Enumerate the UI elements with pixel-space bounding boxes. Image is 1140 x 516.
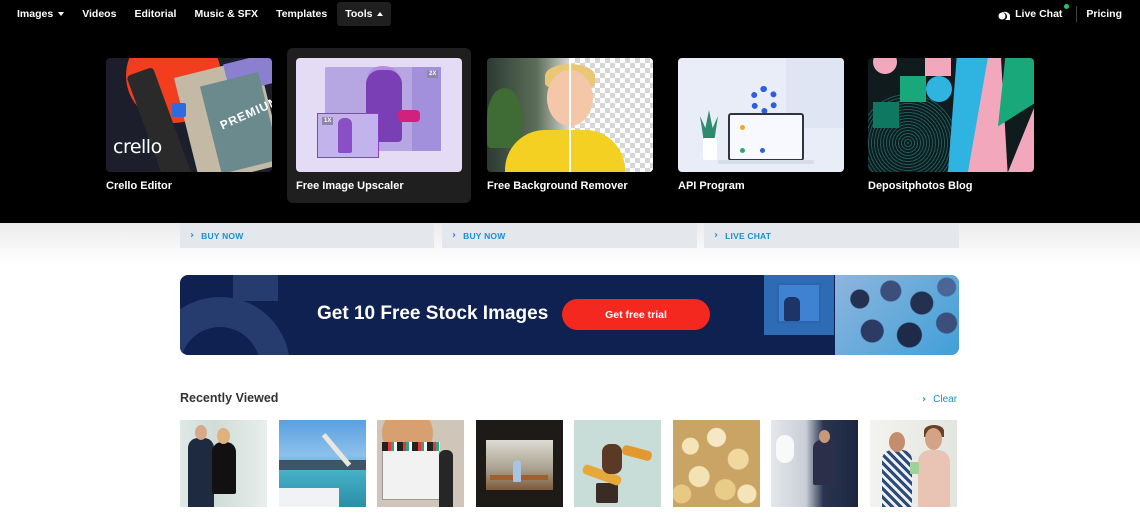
tool-card-label: API Program (678, 180, 745, 192)
nav-item-music-sfx[interactable]: Music & SFX (186, 2, 266, 26)
nav-item-label: Templates (276, 8, 328, 20)
tool-card-crello-editor[interactable]: crello PREMIUM Crello Editor (97, 48, 281, 203)
nav-item-label: Editorial (134, 8, 177, 20)
nav-item-tools[interactable]: Tools (337, 2, 392, 26)
tool-card-api-program[interactable]: API Program (669, 48, 853, 203)
nav-item-templates[interactable]: Templates (268, 2, 335, 26)
online-status-dot (1064, 4, 1070, 9)
buy-now-link-1[interactable]: › BUY NOW (180, 223, 434, 248)
nav-item-label: Images (17, 8, 54, 20)
top-navigation: Images Videos Editorial Music & SFX Temp… (0, 0, 1140, 28)
banner-decoration (180, 297, 290, 355)
live-chat-label: Live Chat (1015, 8, 1063, 20)
chat-bubbles-icon (998, 11, 1011, 20)
buy-now-link-2[interactable]: › BUY NOW (442, 223, 697, 248)
api-program-illustration (678, 58, 844, 172)
zoom-2x-tag: 2X (427, 70, 439, 78)
crello-logo-text: crello (113, 136, 162, 158)
live-chat-support-link[interactable]: › LIVE CHAT (704, 223, 959, 248)
banner-decoration (233, 275, 278, 301)
recently-viewed-heading: Recently Viewed (180, 391, 279, 405)
clear-label: Clear (933, 394, 958, 405)
recently-viewed-thumbnail[interactable] (377, 420, 464, 507)
nav-item-editorial[interactable]: Editorial (126, 2, 184, 26)
pricing-link[interactable]: Pricing (1086, 8, 1122, 20)
tool-card-background-remover[interactable]: Free Background Remover (478, 48, 662, 203)
tool-card-label: Free Image Upscaler (296, 180, 404, 192)
free-images-banner[interactable]: Get 10 Free Stock Images Get free trial (180, 275, 959, 355)
crello-promo-image: crello PREMIUM (106, 58, 272, 172)
tool-card-label: Depositphotos Blog (868, 180, 973, 192)
tools-dropdown-menu: crello PREMIUM Crello Editor 2X 1X Free … (0, 28, 1140, 223)
support-link-label: LIVE CHAT (725, 230, 772, 241)
tool-card-label: Free Background Remover (487, 180, 628, 192)
nav-divider (1076, 6, 1078, 22)
blog-abstract-art (868, 58, 1034, 172)
recently-viewed-thumbnail[interactable] (771, 420, 858, 507)
recently-viewed-thumbnail[interactable] (180, 420, 267, 507)
upscaler-promo-image: 2X 1X (296, 58, 462, 172)
recently-viewed-thumbnail[interactable] (279, 420, 366, 507)
chevron-right-icon: › (922, 394, 927, 405)
nav-item-label: Music & SFX (194, 8, 259, 20)
nav-right: Live Chat Pricing (998, 0, 1122, 28)
nav-item-label: Tools (345, 8, 373, 20)
recently-viewed-thumbnail[interactable] (574, 420, 661, 507)
recently-viewed-thumbnail[interactable] (673, 420, 760, 507)
chevron-right-icon: › (452, 230, 457, 241)
caret-up-icon (377, 12, 384, 16)
get-free-trial-button[interactable]: Get free trial (562, 299, 710, 330)
nav-item-videos[interactable]: Videos (74, 2, 124, 26)
tool-card-image-upscaler[interactable]: 2X 1X Free Image Upscaler (287, 48, 471, 203)
live-chat-link[interactable]: Live Chat (998, 4, 1072, 20)
recently-viewed-thumbnail[interactable] (476, 420, 563, 507)
clear-recently-viewed-link[interactable]: › Clear (922, 394, 957, 405)
banner-photo-berries (835, 275, 959, 355)
tool-card-blog[interactable]: Depositphotos Blog (859, 48, 1043, 203)
support-link-label: BUY NOW (463, 230, 506, 241)
tool-card-label: Crello Editor (106, 180, 173, 192)
chevron-right-icon: › (190, 230, 195, 241)
caret-down-icon (58, 12, 65, 16)
support-link-label: BUY NOW (201, 230, 244, 241)
zoom-1x-tag: 1X (322, 117, 334, 125)
nav-item-images[interactable]: Images (9, 2, 72, 26)
nav-main-menu: Images Videos Editorial Music & SFX Temp… (0, 0, 393, 28)
recently-viewed-thumbnail[interactable] (870, 420, 957, 507)
chevron-right-icon: › (714, 230, 719, 241)
nav-item-label: Videos (82, 8, 117, 20)
background-remover-promo-image (487, 58, 653, 172)
banner-headline: Get 10 Free Stock Images (317, 303, 549, 324)
